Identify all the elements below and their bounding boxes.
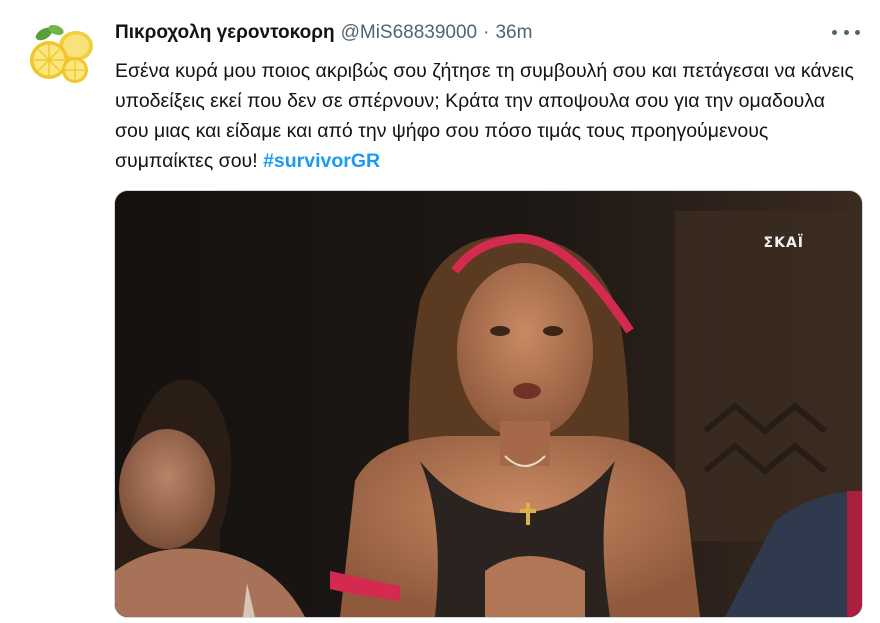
tweet-body: Εσένα κυρά μου ποιος ακριβώς σου ζήτησε … — [115, 60, 854, 172]
timestamp[interactable]: 36m — [495, 22, 532, 44]
tweet-media-image[interactable]: ΣΚΑΪ — [114, 190, 863, 618]
channel-watermark: ΣΚΑΪ — [763, 235, 804, 251]
lemon-avatar-icon[interactable] — [22, 18, 98, 94]
user-handle[interactable]: @MiS68839000 — [341, 22, 478, 44]
tweet-card: Πικροχολη γεροντοκορη @MiS68839000 · 36m… — [0, 0, 880, 623]
display-name[interactable]: Πικροχολη γεροντοκορη — [115, 22, 335, 44]
tweet-text: Εσένα κυρά μου ποιος ακριβώς σου ζήτησε … — [115, 56, 855, 176]
tweet-header: Πικροχολη γεροντοκορη @MiS68839000 · 36m — [115, 22, 820, 46]
hashtag-link[interactable]: #survivorGR — [263, 150, 380, 172]
more-options-icon[interactable] — [832, 22, 860, 42]
separator: · — [483, 22, 490, 43]
